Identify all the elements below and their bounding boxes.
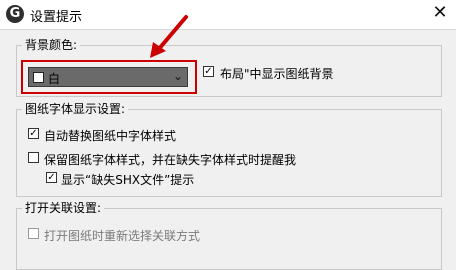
annotation-arrow-icon [150, 15, 188, 58]
highlight-box: 白 ⌄ [21, 60, 197, 94]
keep-font-style-label: 保留图纸字体样式，并在缺失字体样式时提醒我 [44, 153, 297, 167]
chevron-down-icon[interactable]: ⌄ [173, 69, 183, 83]
background-color-group-label: 背景颜色: [22, 38, 81, 52]
auto-replace-font-checkbox[interactable]: ✓ [28, 128, 39, 139]
background-color-dropdown[interactable]: 白 ⌄ [28, 67, 188, 87]
dropdown-selected-value: 白 [48, 72, 61, 86]
window-title: 设置提示 [30, 10, 83, 25]
color-swatch-icon [33, 72, 44, 83]
layout-background-label: 布局"中显示图纸背景 [220, 67, 334, 81]
show-shx-warning-checkbox[interactable]: ✓ [46, 172, 57, 183]
close-button[interactable]: ✕ [428, 2, 452, 24]
layout-background-checkbox[interactable]: ✓ [203, 66, 214, 77]
show-shx-warning-label: 显示“缺失SHX文件”提示 [61, 173, 195, 187]
font-display-group-label: 图纸字体显示设置: [22, 102, 129, 116]
reselect-association-checkbox[interactable] [28, 228, 39, 239]
keep-font-style-checkbox[interactable] [28, 152, 39, 163]
reselect-association-label: 打开图纸时重新选择关联方式 [44, 229, 201, 243]
app-logo-icon: G [6, 5, 24, 23]
auto-replace-font-label: 自动替换图纸中字体样式 [44, 129, 177, 143]
title-bar: G 设置提示 ✕ [0, 0, 456, 30]
open-association-group-label: 打开关联设置: [22, 201, 105, 215]
